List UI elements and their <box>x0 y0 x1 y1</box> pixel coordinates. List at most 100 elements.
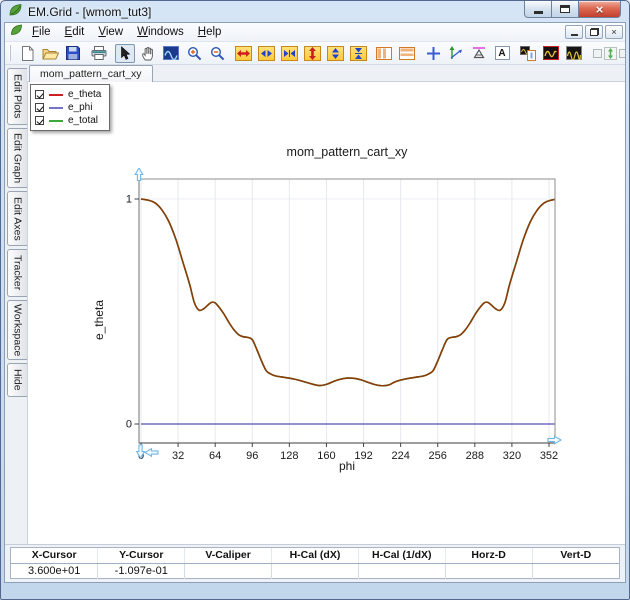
sidebar-tab-edit-plots[interactable]: Edit Plots <box>7 68 27 125</box>
sidebar-tab-edit-graph[interactable]: Edit Graph <box>7 128 27 188</box>
expand-x-icon[interactable] <box>233 44 253 63</box>
pan-left-arrow[interactable] <box>145 449 158 457</box>
cursor-value-3 <box>272 563 359 579</box>
title-bar[interactable]: EM.Grid - [wmom_tut3] × <box>1 1 629 22</box>
link-y-right-checkbox[interactable] <box>619 49 625 58</box>
link-y-group[interactable] <box>593 47 625 60</box>
cursor-col-h-cal-dx-: H-Cal (dX) <box>272 548 359 563</box>
plot-waves-icon[interactable] <box>564 44 584 63</box>
legend-checkbox-e_total[interactable] <box>35 116 44 125</box>
close-button[interactable]: × <box>579 1 621 18</box>
split-columns-icon[interactable] <box>374 44 394 63</box>
select-cursor-icon[interactable] <box>115 44 135 63</box>
legend-swatch-e_theta <box>49 94 63 96</box>
caliper-triangle-icon[interactable] <box>469 44 489 63</box>
plot-area: e_thetae_phie_total mom_pattern_cart_xy … <box>27 82 625 544</box>
legend: e_theta e_phi e_total <box>30 84 110 131</box>
arrows-out-y-icon[interactable] <box>325 44 345 63</box>
tracker-axes-icon[interactable] <box>446 44 466 63</box>
sidebar-tab-edit-axes[interactable]: Edit Axes <box>7 191 27 246</box>
mdi-close-button[interactable]: × <box>605 25 623 39</box>
legend-label-e_phi: e_phi <box>68 102 92 113</box>
cursor-col-vert-d: Vert-D <box>532 548 619 563</box>
maximize-button[interactable] <box>552 1 579 18</box>
print-icon[interactable] <box>89 44 109 63</box>
split-rows-icon[interactable] <box>397 44 417 63</box>
menus: FileEditViewWindowsHelp <box>25 25 228 39</box>
mdi-restore-button[interactable] <box>585 25 603 39</box>
svg-text:352: 352 <box>540 450 558 462</box>
compress-y-icon[interactable] <box>348 44 368 63</box>
document-icon <box>10 23 23 41</box>
svg-text:1: 1 <box>126 194 132 206</box>
sidebar-tab-hide[interactable]: Hide <box>7 363 27 397</box>
svg-text:192: 192 <box>354 450 372 462</box>
compress-x-icon[interactable] <box>279 44 299 63</box>
x-axis-title: phi <box>339 459 355 473</box>
svg-text:256: 256 <box>429 450 447 462</box>
legend-label-e_theta: e_theta <box>68 89 101 100</box>
svg-text:64: 64 <box>209 450 221 462</box>
zoom-in-icon[interactable] <box>184 44 204 63</box>
minimize-button[interactable] <box>524 1 552 18</box>
y-axis-label: e_theta <box>92 300 106 340</box>
mdi-minimize-button[interactable] <box>565 25 583 39</box>
expand-y-icon[interactable] <box>302 44 322 63</box>
plot-frame <box>139 179 555 443</box>
app-window: EM.Grid - [wmom_tut3] × FileEditViewWind… <box>0 0 630 600</box>
legend-item-e_total: e_total <box>35 114 101 127</box>
zoom-to-data-icon[interactable] <box>161 44 181 63</box>
axis-pan-arrows[interactable] <box>135 168 561 458</box>
window-title: EM.Grid - [wmom_tut3] <box>28 5 151 19</box>
toolbar-grip[interactable] <box>9 45 11 61</box>
menu-edit[interactable]: Edit <box>58 25 92 39</box>
legend-checkbox-e_theta[interactable] <box>35 90 44 99</box>
cursor-value-5 <box>445 563 532 579</box>
save-floppy-icon[interactable] <box>63 44 83 63</box>
client-area: FileEditViewWindowsHelp × <box>4 22 626 583</box>
crosshair-icon[interactable] <box>423 44 443 63</box>
legend-item-e_theta: e_theta <box>35 88 101 101</box>
legend-checkbox-e_phi[interactable] <box>35 103 44 112</box>
link-y-left-checkbox[interactable] <box>593 49 602 58</box>
cursor-value-4 <box>358 563 445 579</box>
legend-label-e_total: e_total <box>68 115 98 126</box>
svg-text:288: 288 <box>466 450 484 462</box>
legend-item-e_phi: e_phi <box>35 101 101 114</box>
arrows-out-x-icon[interactable] <box>256 44 276 63</box>
cursor-readout-strip: X-CursorY-CursorV-CaliperH-Cal (dX)H-Cal… <box>5 544 625 582</box>
zoom-out-icon[interactable] <box>207 44 227 63</box>
cursor-value-6 <box>532 563 619 579</box>
cursor-readout-table: X-CursorY-CursorV-CaliperH-Cal (dX)H-Cal… <box>11 548 619 579</box>
new-document-icon[interactable] <box>17 44 37 63</box>
text-annotation-icon[interactable]: A <box>492 44 512 63</box>
tab-mom-pattern-cart-xy[interactable]: mom_pattern_cart_xy <box>29 65 153 82</box>
menu-view[interactable]: View <box>91 25 130 39</box>
menu-help[interactable]: Help <box>191 25 229 39</box>
svg-text:128: 128 <box>280 450 298 462</box>
menu-file[interactable]: File <box>25 25 58 39</box>
sidebar-tab-tracker[interactable]: Tracker <box>7 249 27 297</box>
svg-text:320: 320 <box>503 450 521 462</box>
cursor-value-1: -1.097e-01 <box>98 563 185 579</box>
mdi-controls: × <box>565 25 623 39</box>
open-folder-icon[interactable] <box>40 44 60 63</box>
plot-title: mom_pattern_cart_xy <box>139 145 555 159</box>
copy-plot-icon[interactable] <box>518 44 538 63</box>
cursor-col-horz-d: Horz-D <box>445 548 532 563</box>
legend-swatch-e_total <box>49 120 63 122</box>
menu-bar: FileEditViewWindowsHelp × <box>5 23 625 42</box>
pan-hand-icon[interactable] <box>138 44 158 63</box>
cursor-value-0: 3.600e+01 <box>11 563 98 579</box>
link-y-icon <box>604 47 617 60</box>
plot-canvas[interactable]: 010326496128160192224256288320352 phi <box>124 168 569 476</box>
app-icon <box>8 2 23 22</box>
sidebar-tab-workspace[interactable]: Workspace <box>7 300 27 360</box>
svg-text:224: 224 <box>391 450 409 462</box>
svg-text:160: 160 <box>317 450 335 462</box>
cursor-col-y-cursor: Y-Cursor <box>98 548 185 563</box>
svg-text:32: 32 <box>172 450 184 462</box>
menu-windows[interactable]: Windows <box>130 25 191 39</box>
edit-plot-icon[interactable] <box>541 44 561 63</box>
series-e_total <box>141 199 558 386</box>
